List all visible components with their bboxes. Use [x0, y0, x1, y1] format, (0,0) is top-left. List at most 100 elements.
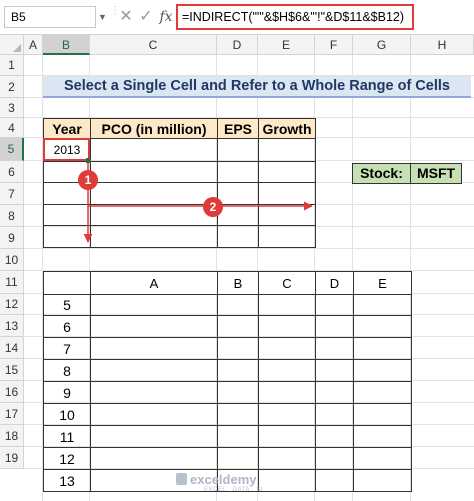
table-cell[interactable]: [258, 225, 316, 248]
table-cell[interactable]: [217, 381, 259, 404]
fill-handle[interactable]: [86, 158, 91, 163]
row-header-6[interactable]: 6: [0, 161, 24, 183]
table-cell[interactable]: [315, 337, 354, 360]
table-cell[interactable]: [258, 337, 316, 360]
table-cell[interactable]: [258, 138, 316, 162]
table-cell[interactable]: [258, 359, 316, 382]
stock-value[interactable]: MSFT: [410, 163, 462, 184]
table-cell[interactable]: [217, 447, 259, 470]
table-cell[interactable]: [315, 381, 354, 404]
table-cell[interactable]: [90, 182, 218, 205]
header-pco[interactable]: PCO (in million): [90, 118, 218, 139]
table-cell[interactable]: [217, 315, 259, 338]
table-cell[interactable]: [315, 294, 354, 316]
row-header-11[interactable]: 11: [0, 271, 24, 294]
table-cell[interactable]: [353, 403, 412, 426]
table-cell[interactable]: [217, 294, 259, 316]
name-box[interactable]: B5: [4, 6, 96, 28]
row-header-18[interactable]: 18: [0, 425, 24, 447]
table-cell[interactable]: [90, 403, 218, 426]
table-cell[interactable]: [353, 294, 412, 316]
column-header-h[interactable]: H: [411, 35, 474, 55]
out-header-e[interactable]: E: [353, 271, 412, 295]
insert-function-icon[interactable]: fx: [156, 6, 176, 28]
out-header-d[interactable]: D: [315, 271, 354, 295]
column-header-c[interactable]: C: [90, 35, 217, 55]
table-cell[interactable]: [258, 447, 316, 470]
header-growth[interactable]: Growth: [258, 118, 316, 139]
row-number-cell[interactable]: 8: [43, 359, 91, 382]
column-header-b[interactable]: B: [43, 35, 90, 55]
row-header-2[interactable]: 2: [0, 76, 24, 98]
row-header-5[interactable]: 5: [0, 138, 24, 161]
table-cell[interactable]: [90, 161, 218, 183]
table-cell[interactable]: [353, 469, 412, 492]
table-cell[interactable]: [217, 337, 259, 360]
table-cell[interactable]: [217, 425, 259, 448]
row-number-cell[interactable]: 10: [43, 403, 91, 426]
row-header-8[interactable]: 8: [0, 205, 24, 227]
column-header-g[interactable]: G: [353, 35, 411, 55]
row-number-cell[interactable]: 5: [43, 294, 91, 316]
table-cell[interactable]: [353, 425, 412, 448]
table-cell[interactable]: [90, 381, 218, 404]
formula-input[interactable]: =INDIRECT("'"&$H$6&"'!"&D$11&$B12): [176, 4, 414, 30]
table-cell[interactable]: [90, 225, 218, 248]
table-cell[interactable]: [258, 469, 316, 492]
row-header-1[interactable]: 1: [0, 55, 24, 76]
table-cell[interactable]: [258, 204, 316, 226]
table-cell[interactable]: [217, 359, 259, 382]
column-header-f[interactable]: F: [315, 35, 353, 55]
table-cell[interactable]: [353, 447, 412, 470]
header-year[interactable]: Year: [43, 118, 91, 139]
table-cell[interactable]: [90, 294, 218, 316]
out-header-b[interactable]: B: [217, 271, 259, 295]
table-cell[interactable]: [217, 204, 259, 226]
column-header-a[interactable]: A: [24, 35, 43, 55]
table-cell[interactable]: [353, 315, 412, 338]
row-header-3[interactable]: 3: [0, 98, 24, 118]
table-cell[interactable]: [90, 138, 218, 162]
row-header-14[interactable]: 14: [0, 337, 24, 359]
table-cell[interactable]: [315, 447, 354, 470]
table-cell[interactable]: [90, 204, 218, 226]
out-header-c[interactable]: C: [258, 271, 316, 295]
row-number-cell[interactable]: 7: [43, 337, 91, 360]
header-eps[interactable]: EPS: [217, 118, 259, 139]
table-cell[interactable]: [43, 225, 91, 248]
table-cell[interactable]: [90, 315, 218, 338]
table-cell[interactable]: [315, 469, 354, 492]
out-header-a[interactable]: A: [90, 271, 218, 295]
table-cell[interactable]: [353, 337, 412, 360]
row-header-16[interactable]: 16: [0, 381, 24, 403]
row-header-17[interactable]: 17: [0, 403, 24, 425]
row-header-7[interactable]: 7: [0, 183, 24, 205]
row-header-10[interactable]: 10: [0, 249, 24, 271]
table-cell[interactable]: [258, 161, 316, 183]
table-cell[interactable]: [315, 359, 354, 382]
table-cell[interactable]: [217, 138, 259, 162]
table-cell[interactable]: [258, 403, 316, 426]
table-cell[interactable]: [353, 359, 412, 382]
table-cell[interactable]: [43, 204, 91, 226]
table-cell[interactable]: [217, 403, 259, 426]
row-number-cell[interactable]: 12: [43, 447, 91, 470]
table-cell[interactable]: [258, 294, 316, 316]
table-cell[interactable]: [90, 425, 218, 448]
table-cell[interactable]: [258, 381, 316, 404]
table-cell[interactable]: [90, 447, 218, 470]
cancel-icon[interactable]: ✕: [116, 6, 136, 28]
table-cell[interactable]: [315, 315, 354, 338]
table-cell[interactable]: [258, 182, 316, 205]
row-number-cell[interactable]: 6: [43, 315, 91, 338]
select-all-corner[interactable]: [0, 35, 24, 55]
drag-handle-icon[interactable]: ⋮: [110, 6, 120, 26]
row-number-cell[interactable]: 13: [43, 469, 91, 492]
chevron-down-icon[interactable]: ▼: [98, 6, 107, 28]
row-header-13[interactable]: 13: [0, 315, 24, 337]
row-header-12[interactable]: 12: [0, 294, 24, 315]
row-header-19[interactable]: 19: [0, 447, 24, 469]
column-header-d[interactable]: D: [217, 35, 258, 55]
table-cell[interactable]: [43, 271, 91, 295]
stock-label[interactable]: Stock:: [352, 163, 411, 184]
